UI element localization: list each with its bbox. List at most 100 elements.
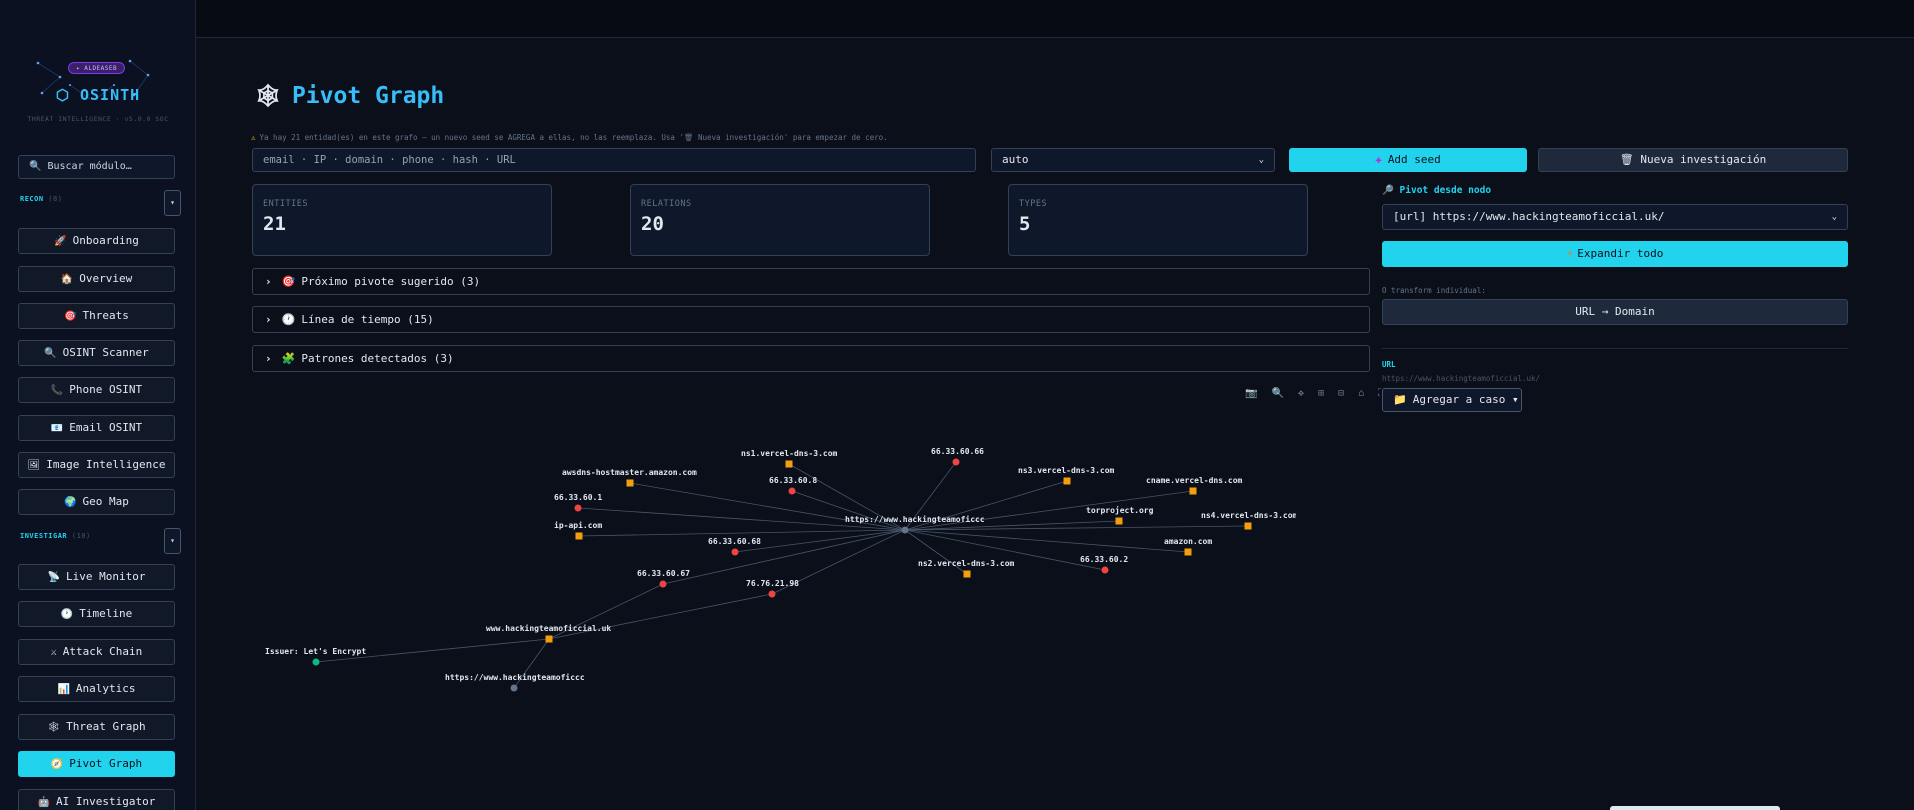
graph-node-label: amazon.com	[1164, 537, 1212, 546]
add-to-case-button[interactable]: 📁 Agregar a caso ▾	[1382, 388, 1522, 412]
sidebar-item-threat-graph[interactable]: 🕸 Threat Graph	[18, 714, 175, 740]
graph-node-domain[interactable]	[1244, 522, 1252, 530]
nav-icon: 🧭	[50, 759, 64, 770]
add-seed-label: Add seed	[1387, 153, 1441, 166]
sidebar-item-label: Email OSINT	[69, 421, 143, 434]
graph-node-label: 66.33.60.1	[554, 493, 602, 502]
graph-node-label: ip-api.com	[554, 520, 602, 530]
graph-node-ip[interactable]	[952, 458, 960, 466]
graph-node-label: https://www.hackingteamoficcc	[845, 514, 985, 524]
sidebar-item-analytics[interactable]: 📊 Analytics	[18, 676, 175, 702]
sidebar-item-ai-investigator[interactable]: 🤖 AI Investigator	[18, 789, 175, 810]
nav-icon: 🏠	[60, 274, 74, 285]
logo-subtitle: THREAT INTELLIGENCE · v5.0.0 SOC	[27, 115, 169, 123]
add-to-case-label: Agregar a caso ▾	[1412, 393, 1519, 406]
graph-node-label: awsdns-hostmaster.amazon.com	[562, 468, 697, 477]
sidebar-item-onboarding[interactable]: 🚀 Onboarding	[18, 228, 175, 254]
nav-icon: 🌍	[64, 497, 77, 508]
sidebar-item-pivot-graph[interactable]: 🧭 Pivot Graph	[18, 751, 175, 777]
graph-node-domain[interactable]	[1115, 517, 1123, 525]
graph-node-ip[interactable]	[1101, 566, 1109, 574]
sidebar-item-label: Attack Chain	[62, 645, 143, 658]
logo-text: ⬡ OSINTH	[55, 86, 141, 104]
pivot-graph-canvas[interactable]: https://www.hackingteamoficcc ns1.vercel-…	[196, 38, 1296, 758]
sidebar-item-label: Onboarding	[72, 234, 139, 247]
sidebar-item-threats[interactable]: 🎯 Threats	[18, 303, 175, 329]
section-label-investigar-text: INVESTIGAR	[20, 532, 68, 540]
sidebar-item-overview[interactable]: 🏠 Overview	[18, 266, 175, 292]
node-select-value: [url] https://www.hackingteamoficcial.uk…	[1393, 210, 1665, 223]
nav-icon: 📡	[47, 572, 60, 583]
chevron-down-icon: ⌄	[1831, 212, 1837, 222]
folder-icon: 📁	[1393, 393, 1407, 406]
new-investigation-button[interactable]: 🗑 Nueva investigación	[1538, 148, 1848, 172]
graph-node-domain[interactable]	[545, 635, 553, 643]
graph-node-ip[interactable]	[731, 548, 739, 556]
collapse-recon-button[interactable]: ▾	[164, 190, 181, 216]
graph-node-label: 66.33.60.66	[931, 447, 984, 456]
graph-node-ip[interactable]	[788, 487, 796, 495]
graph-node-label: Issuer: Let's Encrypt	[265, 647, 366, 656]
collapse-investigar-button[interactable]: ▾	[164, 528, 181, 554]
expand-all-label: Expandir todo	[1577, 247, 1664, 260]
divider	[1382, 348, 1848, 349]
nav-icon: 📧	[50, 423, 64, 434]
section-recon-count: (8)	[48, 195, 63, 203]
logo-badge: ✦ ALDEASEB	[68, 62, 126, 74]
add-seed-button[interactable]: ✚ Add seed	[1289, 148, 1527, 172]
sidebar-item-live-monitor[interactable]: 📡 Live Monitor	[18, 564, 175, 590]
sidebar-item-attack-chain[interactable]: ⚔ Attack Chain	[18, 639, 175, 665]
sidebar-item-email-osint[interactable]: 📧 Email OSINT	[18, 415, 175, 441]
graph-edge	[662, 529, 906, 585]
sidebar-item-image-intelligence[interactable]: 🖼 Image Intelligence	[18, 452, 175, 478]
logo: ✦ ALDEASEB ⬡ OSINTH THREAT INTELLIGENCE …	[0, 0, 195, 140]
graph-node-domain[interactable]	[1063, 477, 1071, 485]
sidebar-item-geo-map[interactable]: 🌍 Geo Map	[18, 489, 175, 515]
graph-node-ip[interactable]	[574, 504, 582, 512]
nav-icon: 🚀	[54, 236, 67, 247]
graph-node-cert[interactable]	[312, 658, 320, 666]
sidebar-item-label: Overview	[79, 272, 133, 285]
graph-node-label: 66.33.60.67	[637, 569, 690, 578]
plus-icon: ✚	[1375, 153, 1382, 166]
expand-all-button[interactable]: ⚡ Expandir todo	[1382, 241, 1848, 267]
top-bar	[196, 0, 1914, 38]
url-to-domain-button[interactable]: URL → Domain	[1382, 299, 1848, 325]
horizontal-scrollbar[interactable]	[1610, 806, 1780, 810]
nav-icon: 📞	[50, 385, 64, 396]
graph-node-domain[interactable]	[626, 479, 634, 487]
graph-node-label: https://www.hackingteamoficcc	[445, 672, 585, 682]
url-label: URL	[1382, 360, 1396, 369]
nav-icon: 🔍	[44, 348, 57, 359]
module-search-input[interactable]: 🔍 Buscar módulo…	[18, 155, 175, 179]
graph-node-domain[interactable]	[1184, 548, 1192, 556]
graph-node-label: 66.33.60.8	[769, 476, 817, 485]
graph-node-url[interactable]	[901, 526, 909, 534]
graph-node-ip[interactable]	[768, 590, 776, 598]
graph-node-domain[interactable]	[785, 460, 793, 468]
graph-node-label: www.hackingteamoficcial.uk	[486, 623, 611, 633]
graph-node-domain[interactable]	[575, 532, 583, 540]
graph-node-label: ns4.vercel-dns-3.com	[1201, 511, 1296, 520]
nav-icon: 📊	[57, 684, 70, 695]
sidebar-item-timeline[interactable]: 🕐 Timeline	[18, 601, 175, 627]
graph-node-url[interactable]	[510, 684, 518, 692]
nav-icon: 🖼	[27, 460, 41, 471]
graph-node-ip[interactable]	[659, 580, 667, 588]
graph-node-label: ns2.vercel-dns-3.com	[918, 559, 1015, 568]
graph-node-label: ns3.vercel-dns-3.com	[1018, 466, 1115, 475]
url-value: https://www.hackingteamoficcial.uk/	[1382, 374, 1541, 383]
graph-node-domain[interactable]	[1189, 487, 1197, 495]
graph-edge	[904, 529, 1189, 553]
graph-node-label: 66.33.60.2	[1080, 555, 1128, 564]
sidebar-item-osint-scanner[interactable]: 🔍 OSINT Scanner	[18, 340, 175, 366]
graph-node-label: 66.33.60.68	[708, 537, 761, 546]
graph-node-domain[interactable]	[963, 570, 971, 578]
graph-node-label: torproject.org	[1086, 505, 1154, 515]
nav-icon: 🎯	[64, 311, 77, 322]
pivot-from-node-title: 🔎 Pivot desde nodo	[1382, 185, 1492, 196]
node-select[interactable]: [url] https://www.hackingteamoficcial.uk…	[1382, 204, 1848, 230]
graph-node-label: ns1.vercel-dns-3.com	[741, 449, 838, 458]
sidebar-item-phone-osint[interactable]: 📞 Phone OSINT	[18, 377, 175, 403]
sidebar-item-label: Pivot Graph	[69, 757, 143, 770]
